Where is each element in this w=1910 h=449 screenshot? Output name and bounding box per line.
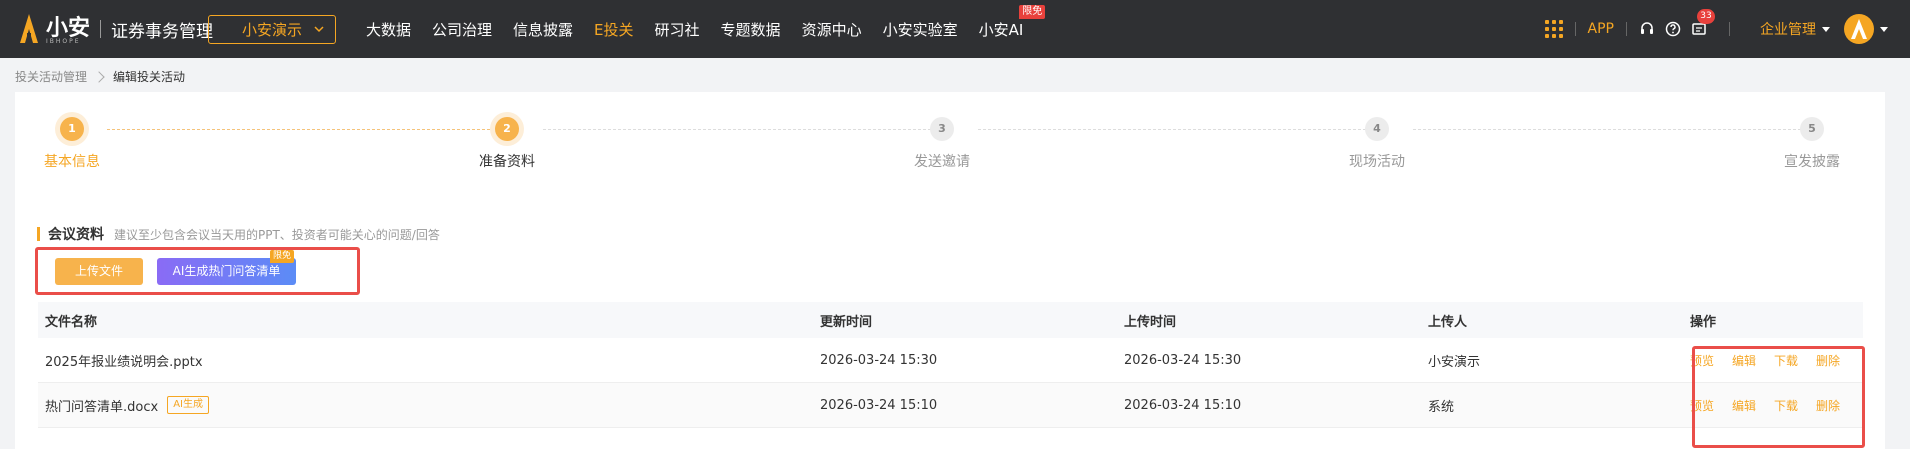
uploader: 系统 <box>1428 399 1455 415</box>
step-connector <box>978 129 1376 130</box>
nav-item-academy[interactable]: 研习社 <box>655 19 700 40</box>
nav-item-resources[interactable]: 资源中心 <box>802 19 862 40</box>
free-badge: 限免 <box>269 250 294 263</box>
step-number: 5 <box>1800 117 1824 141</box>
message-button[interactable]: 33 <box>1691 9 1715 37</box>
table-row: 2025年报业绩说明会.pptx 2026-03-24 15:30 2026-0… <box>38 338 1863 383</box>
section-hint: 建议至少包含会议当天用的PPT、投资者可能关心的问题/回答 <box>114 227 440 242</box>
ai-generate-faq-label: AI生成热门问答清单 <box>172 264 281 278</box>
tool-divider <box>1729 22 1730 36</box>
table-header: 文件名称 更新时间 上传时间 上传人 操作 <box>38 302 1863 338</box>
step-send-invitation[interactable]: 3 发送邀请 <box>888 117 996 171</box>
step-label: 准备资料 <box>479 154 535 170</box>
main-nav: 大数据 公司治理 信息披露 E投关 研习社 专题数据 资源中心 小安实验室 小安… <box>366 0 1046 58</box>
step-number: 2 <box>495 117 519 141</box>
step-onsite-activity[interactable]: 4 现场活动 <box>1323 117 1431 171</box>
file-name-cell: 热门问答清单.docx AI生成 <box>38 396 818 415</box>
apps-grid-icon[interactable] <box>1544 20 1563 38</box>
step-connector <box>1413 129 1811 130</box>
tool-divider <box>1574 22 1576 36</box>
nav-item-topic-data[interactable]: 专题数据 <box>721 19 781 40</box>
product-name: 证券事务管理 <box>111 21 214 42</box>
step-number: 4 <box>1365 117 1389 141</box>
file-name: 热门问答清单.docx <box>45 399 159 415</box>
breadcrumb-parent[interactable]: 投关活动管理 <box>15 68 87 85</box>
breadcrumb-current: 编辑投关活动 <box>113 70 186 84</box>
uploaded-time: 2026-03-24 15:10 <box>1124 397 1242 413</box>
files-table: 文件名称 更新时间 上传时间 上传人 操作 2025年报业绩说明会.pptx 2… <box>38 302 1863 428</box>
updated-time: 2026-03-24 15:10 <box>820 397 938 413</box>
enterprise-menu[interactable]: 企业管理 <box>1760 19 1830 39</box>
file-name-cell: 2025年报业绩说明会.pptx <box>38 351 818 370</box>
free-badge: 限免 <box>1019 4 1046 19</box>
ai-generate-faq-button[interactable]: AI生成热门问答清单 限免 <box>157 250 296 285</box>
avatar-logo-icon <box>1851 19 1867 39</box>
section-title: 会议资料 <box>48 227 104 243</box>
col-header-uploader: 上传人 <box>1428 314 1468 330</box>
breadcrumb-separator-icon <box>93 70 105 83</box>
logo-icon <box>18 13 40 45</box>
ai-generated-tag: AI生成 <box>167 396 209 414</box>
app-link[interactable]: APP <box>1588 21 1614 37</box>
step-number: 1 <box>60 117 84 141</box>
col-header-uploaded: 上传时间 <box>1124 314 1177 330</box>
step-connector <box>543 129 941 130</box>
header-tools: APP 33 企业管理 <box>1544 0 1888 58</box>
tool-divider <box>1626 22 1627 36</box>
enterprise-menu-label: 企业管理 <box>1760 22 1816 38</box>
uploaded-time: 2026-03-24 15:30 <box>1124 352 1242 368</box>
top-navbar: 小安 IBHOPE 证券事务管理 小安演示 大数据 公司治理 信息披露 E投关 … <box>0 0 1910 58</box>
actions-highlight-box <box>1692 346 1865 448</box>
logo-text: 小安 <box>46 16 91 41</box>
uploader: 小安演示 <box>1428 354 1481 370</box>
step-label: 基本信息 <box>44 154 100 170</box>
step-publicity-disclosure[interactable]: 5 宣发披露 <box>1758 117 1866 171</box>
section-accent-bar <box>37 227 40 241</box>
nav-item-bigdata[interactable]: 大数据 <box>366 19 411 40</box>
nav-item-lab[interactable]: 小安实验室 <box>883 19 958 40</box>
col-header-filename: 文件名称 <box>45 314 98 330</box>
col-header-updated: 更新时间 <box>820 314 873 330</box>
section-header: 会议资料 建议至少包含会议当天用的PPT、投资者可能关心的问题/回答 <box>37 224 440 244</box>
step-basic-info[interactable]: 1 基本信息 <box>18 117 126 171</box>
step-label: 现场活动 <box>1349 154 1405 170</box>
step-label: 宣发披露 <box>1784 154 1840 170</box>
nav-item-governance[interactable]: 公司治理 <box>432 19 492 40</box>
action-buttons-highlight: 上传文件 AI生成热门问答清单 限免 <box>35 247 360 295</box>
caret-down-icon[interactable] <box>1880 26 1888 32</box>
step-connector <box>107 129 505 130</box>
upload-file-button[interactable]: 上传文件 <box>55 258 143 285</box>
progress-steps: 1 基本信息 2 准备资料 3 发送邀请 4 现场活动 5 宣发披露 <box>15 92 1885 182</box>
org-select-value: 小安演示 <box>241 21 302 39</box>
nav-item-e-ir[interactable]: E投关 <box>594 19 633 40</box>
step-label: 发送邀请 <box>914 154 970 170</box>
nav-item-disclosure[interactable]: 信息披露 <box>513 19 573 40</box>
updated-time: 2026-03-24 15:30 <box>820 352 938 368</box>
breadcrumb: 投关活动管理 编辑投关活动 <box>15 68 185 85</box>
nav-item-ai[interactable]: 小安AI 限免 <box>978 4 1046 40</box>
file-name: 2025年报业绩说明会.pptx <box>45 354 203 370</box>
headset-icon[interactable] <box>1639 21 1655 37</box>
nav-item-ai-label: 小安AI <box>978 20 1024 39</box>
logo-divider <box>100 20 102 38</box>
avatar[interactable] <box>1844 14 1874 44</box>
help-icon[interactable] <box>1665 21 1681 37</box>
col-header-actions: 操作 <box>1690 314 1717 330</box>
org-select[interactable]: 小安演示 <box>208 15 336 44</box>
step-prepare-materials[interactable]: 2 准备资料 <box>453 117 561 171</box>
logo-subtext: IBHOPE <box>46 38 81 45</box>
logo[interactable]: 小安 IBHOPE 证券事务管理 <box>18 12 213 46</box>
chevron-down-icon <box>314 26 324 33</box>
caret-down-icon <box>1822 26 1830 32</box>
table-row: 热门问答清单.docx AI生成 2026-03-24 15:10 2026-0… <box>38 383 1863 428</box>
message-count-badge: 33 <box>1697 9 1715 24</box>
step-number: 3 <box>930 117 954 141</box>
